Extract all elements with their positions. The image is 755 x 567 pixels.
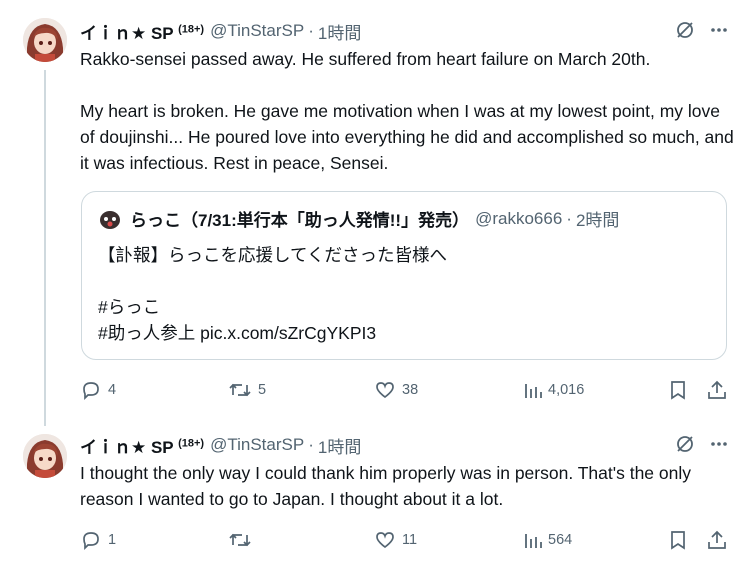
bookmark-button[interactable] — [668, 529, 694, 551]
like-icon — [376, 382, 394, 399]
bookmark-icon — [671, 531, 685, 550]
reply-icon — [83, 382, 99, 401]
reply-count: 4 — [108, 382, 117, 398]
share-icon — [708, 530, 726, 549]
repost-icon — [229, 383, 251, 397]
separator: · — [566, 208, 572, 228]
reply-button[interactable]: 1 — [80, 529, 116, 551]
more-icon[interactable] — [709, 434, 729, 454]
avatar[interactable] — [23, 434, 67, 478]
like-button[interactable]: 38 — [374, 379, 418, 401]
share-icon — [708, 380, 726, 399]
share-button[interactable] — [706, 529, 734, 551]
tweet-text: I thought the only way I could thank him… — [80, 463, 691, 509]
more-icon[interactable] — [709, 20, 729, 40]
action-bar: 1 11 564 — [80, 529, 730, 551]
repost-button[interactable]: 5 — [228, 379, 266, 401]
quote-author-name[interactable]: らっこ（7/31:単行本「助っ人発情!!」発売） — [130, 206, 469, 231]
like-button[interactable]: 11 — [374, 529, 417, 551]
author-handle[interactable]: @TinStarSP — [210, 21, 304, 41]
bookmark-icon — [671, 381, 685, 400]
tweet-header: イｉｎ★ SP (18+) @TinStarSP · 1時間 — [80, 19, 361, 44]
action-bar: 4 5 38 4,016 — [80, 379, 730, 401]
views-count: 4,016 — [548, 382, 585, 398]
views-icon — [525, 384, 542, 398]
author-handle[interactable]: @TinStarSP — [210, 435, 304, 455]
views-button[interactable]: 4,016 — [522, 379, 584, 401]
age-badge: (18+) — [178, 22, 205, 35]
tweet-header: イｉｎ★ SP (18+) @TinStarSP · 1時間 — [80, 433, 361, 458]
quote-text: 【訃報】らっこを応援してくださった皆様へ #らっこ #助っ人参上 pic.x.c… — [98, 245, 447, 343]
repost-count: 5 — [258, 382, 267, 398]
avatar[interactable] — [23, 18, 67, 62]
age-badge: (18+) — [178, 436, 205, 449]
separator: · — [308, 21, 314, 40]
author-name[interactable]: イｉｎ★ SP (18+) — [80, 433, 204, 458]
thread-line — [44, 70, 46, 426]
tweet-2[interactable]: イｉｎ★ SP (18+) @TinStarSP · 1時間 I thought… — [0, 420, 755, 567]
views-icon — [525, 534, 542, 548]
separator: · — [308, 435, 314, 454]
like-icon — [376, 532, 394, 549]
quote-avatar — [98, 206, 122, 231]
tweet-1[interactable]: イｉｎ★ SP (18+) @TinStarSP · 1時間 Rakko-sen… — [0, 0, 755, 426]
quote-author-handle[interactable]: @rakko666 — [475, 209, 562, 229]
timestamp[interactable]: 1時間 — [318, 433, 361, 458]
timestamp[interactable]: 1時間 — [318, 19, 361, 44]
author-name[interactable]: イｉｎ★ SP (18+) — [80, 19, 204, 44]
like-count: 38 — [402, 382, 419, 398]
views-button[interactable]: 564 — [522, 529, 572, 551]
reply-count: 1 — [108, 532, 117, 548]
bookmark-button[interactable] — [668, 379, 694, 401]
header-icons — [675, 434, 729, 454]
reply-button[interactable]: 4 — [80, 379, 116, 401]
quote-timestamp[interactable]: 2時間 — [576, 206, 619, 231]
grok-icon[interactable] — [675, 434, 695, 454]
share-button[interactable] — [706, 379, 734, 401]
reply-icon — [83, 532, 99, 551]
quote-header: らっこ（7/31:単行本「助っ人発情!!」発売） @rakko666 · 2時間 — [98, 206, 619, 231]
repost-icon — [229, 533, 251, 547]
repost-button[interactable] — [228, 529, 258, 551]
quote-tweet[interactable]: らっこ（7/31:単行本「助っ人発情!!」発売） @rakko666 · 2時間… — [81, 191, 727, 360]
views-count: 564 — [548, 532, 573, 548]
header-icons — [675, 20, 729, 40]
grok-icon[interactable] — [675, 20, 695, 40]
tweet-text: Rakko-sensei passed away. He suffered fr… — [80, 49, 734, 173]
like-count: 11 — [402, 532, 418, 548]
